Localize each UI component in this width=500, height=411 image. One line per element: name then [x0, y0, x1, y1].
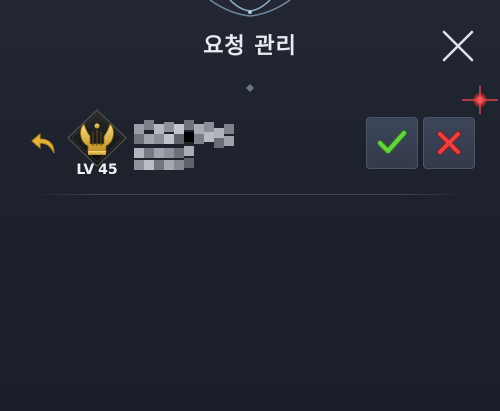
- x-icon: [437, 131, 461, 155]
- top-ornament-icon: [209, 0, 291, 17]
- reply-arrow-icon: [31, 132, 55, 154]
- level-prefix: LV: [76, 162, 95, 178]
- request-management-panel: 요청 관리 LV 45: [0, 0, 500, 411]
- header-divider: [0, 84, 500, 92]
- pixelated-username: [134, 120, 234, 170]
- request-row: LV 45: [0, 108, 500, 190]
- page-title: 요청 관리: [203, 34, 297, 59]
- reject-button[interactable]: [423, 117, 475, 169]
- accept-button[interactable]: [366, 117, 418, 169]
- row-divider: [30, 194, 470, 195]
- check-icon: [377, 130, 407, 154]
- close-icon: [442, 30, 474, 62]
- lyre-emblem-icon: [66, 108, 128, 168]
- user-level: LV 45: [64, 162, 130, 178]
- close-button[interactable]: [440, 28, 476, 64]
- level-value: 45: [98, 162, 118, 178]
- reply-button[interactable]: [30, 131, 60, 157]
